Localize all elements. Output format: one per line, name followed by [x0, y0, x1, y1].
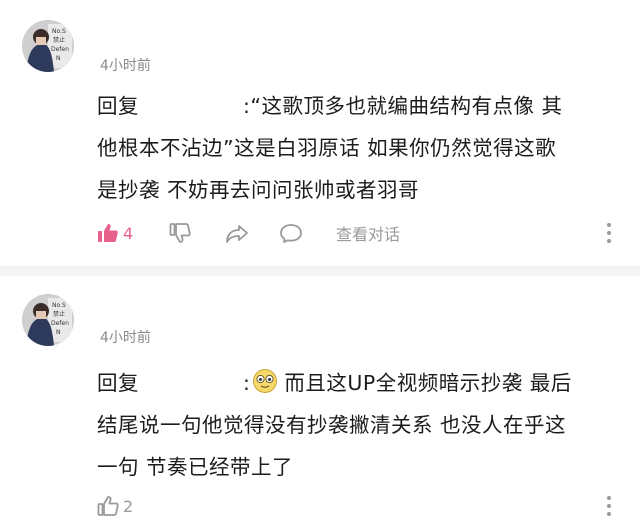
thumbs-up-icon: [97, 496, 119, 516]
avatar-text-2: 禁止: [53, 310, 65, 318]
smile-emoji-icon: [253, 369, 278, 393]
comment-text-colon: :: [243, 371, 251, 395]
comment-content: 回复: 而且这UP全视频暗示抄袭 最后 结尾说一句他觉得没有抄袭撇清关系 也没人…: [97, 362, 627, 488]
like-count: 2: [123, 496, 134, 516]
comment-time: 4小时前: [100, 330, 151, 346]
comment-actions: 2: [96, 494, 626, 524]
comment-line: 回复 :“这歌顶多也就编曲结构有点像 其: [97, 85, 627, 127]
comment-divider: [0, 266, 640, 276]
avatar-text-1: No.S: [52, 302, 66, 309]
chat-bubble-icon: [280, 224, 302, 243]
comment-1: No.S 禁止 Defen N 4小时前 回复 :“这歌顶多也就编曲结构有点像 其…: [0, 0, 640, 268]
comment-line: 结尾说一句他觉得没有抄袭撇清关系 也没人在乎这: [97, 413, 567, 437]
avatar-text-3: Defen: [51, 46, 69, 53]
comment-line: 一句 节奏已经带上了: [97, 455, 294, 479]
reply-comment-button[interactable]: [278, 221, 304, 245]
comment-text: :“这歌顶多也就编曲结构有点像 其: [243, 94, 563, 118]
avatar[interactable]: No.S 禁止 Defen N: [22, 20, 74, 72]
like-button[interactable]: 2: [96, 494, 133, 518]
comment-actions: 4 查看对话: [96, 221, 626, 251]
reply-label[interactable]: 回复: [97, 371, 139, 395]
comment-time: 4小时前: [100, 58, 151, 74]
more-options-icon[interactable]: [606, 496, 612, 520]
share-button[interactable]: [224, 221, 250, 245]
avatar[interactable]: No.S 禁止 Defen N: [22, 294, 74, 346]
comment-2: No.S 禁止 Defen N 4小时前 回复: 而且这UP全视频暗示抄袭 最后…: [0, 276, 640, 519]
comment-line: 他根本不沾边”这是白羽原话 如果你仍然觉得这歌: [97, 136, 557, 160]
avatar-text-2: 禁止: [53, 36, 65, 44]
share-arrow-icon: [226, 225, 248, 243]
comment-line: 是抄袭 不妨再去问问张帅或者羽哥: [97, 178, 420, 202]
comment-line: 回复: 而且这UP全视频暗示抄袭 最后: [97, 362, 627, 404]
avatar-text-4: N: [56, 55, 61, 62]
comment-text: 而且这UP全视频暗示抄袭 最后: [284, 371, 572, 395]
view-dialog-link[interactable]: 查看对话: [336, 221, 400, 245]
avatar-text-1: No.S: [52, 28, 66, 35]
thumbs-up-filled-icon: [98, 224, 118, 242]
like-button[interactable]: 4: [96, 221, 133, 245]
thumbs-down-icon: [169, 223, 191, 243]
like-count: 4: [123, 223, 134, 243]
dislike-button[interactable]: [168, 221, 192, 245]
avatar-text-3: Defen: [51, 320, 69, 327]
more-options-icon[interactable]: [606, 223, 612, 247]
avatar-text-4: N: [56, 329, 61, 336]
comment-content: 回复 :“这歌顶多也就编曲结构有点像 其 他根本不沾边”这是白羽原话 如果你仍然觉…: [97, 85, 627, 211]
reply-label[interactable]: 回复: [97, 94, 139, 118]
